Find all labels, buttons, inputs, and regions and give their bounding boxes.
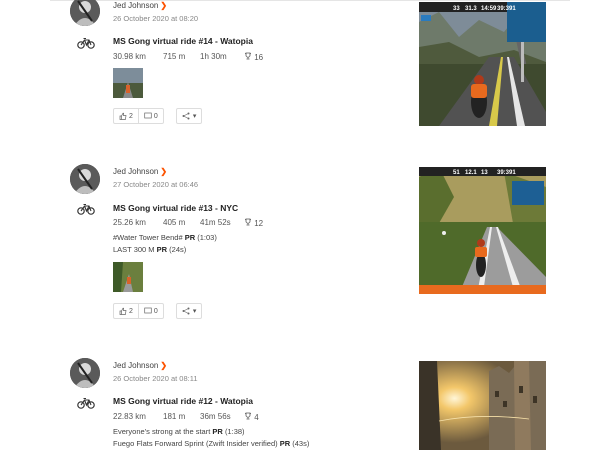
segment-achievement[interactable]: #Water Tower Bend# PR (1:03) xyxy=(113,233,217,242)
activity-date: 26 October 2020 at 08:20 xyxy=(113,14,199,23)
activity-photo-thumbnail[interactable] xyxy=(113,68,143,98)
activity-photo-thumbnail[interactable] xyxy=(113,262,143,292)
activity-photo[interactable]: 51 12.1 13 39:391 xyxy=(419,167,546,294)
activity-title[interactable]: MS Gong virtual ride #14 - Watopia xyxy=(113,36,253,46)
hud-time: 39:391 xyxy=(497,6,516,12)
comment-button[interactable]: 0 xyxy=(137,304,163,318)
hud-distance: 13 xyxy=(481,170,488,176)
activity-actions: 2 0 ▾ xyxy=(113,108,203,124)
chevron-down-icon: ▾ xyxy=(192,308,197,315)
hud-speed: 12.1 xyxy=(465,170,477,176)
stat-distance: 25.26 km xyxy=(113,218,146,227)
comment-button[interactable]: 0 xyxy=(137,109,163,123)
thumbs-up-icon xyxy=(119,112,127,120)
segment-achievement[interactable]: Everyone's strong at the start PR (1:38) xyxy=(113,427,245,436)
avatar[interactable] xyxy=(70,164,100,194)
activity-card: Jed Johnson ❯ 26 October 2020 at 08:11 MS… xyxy=(0,355,600,450)
hud-watts: 33 xyxy=(453,6,460,12)
share-icon xyxy=(182,307,190,315)
trophy-icon xyxy=(245,412,251,420)
hud-speed: 31.3 xyxy=(465,6,477,12)
activity-photo[interactable]: 33 31.3 14:59 39:391 xyxy=(419,2,546,126)
stat-achievements: 4 xyxy=(244,412,259,422)
athlete-name[interactable]: Jed Johnson ❯ xyxy=(113,167,167,176)
activity-card: Jed Johnson ❯ 27 October 2020 at 06:46 MS… xyxy=(0,160,600,330)
activity-card: Jed Johnson ❯ 26 October 2020 at 08:20 MS… xyxy=(0,0,600,140)
chevron-down-icon: ▾ xyxy=(192,113,197,120)
trophy-icon xyxy=(245,218,251,226)
avatar[interactable] xyxy=(70,0,100,26)
activity-title[interactable]: MS Gong virtual ride #12 - Watopia xyxy=(113,396,253,406)
share-button[interactable]: ▾ xyxy=(175,303,203,319)
stat-elevation: 181 m xyxy=(163,412,186,421)
segment-achievement[interactable]: LAST 300 M PR (24s) xyxy=(113,245,186,254)
stat-distance: 22.83 km xyxy=(113,412,146,421)
activity-title[interactable]: MS Gong virtual ride #13 - NYC xyxy=(113,203,238,213)
activity-date: 27 October 2020 at 06:46 xyxy=(113,180,199,189)
athlete-name[interactable]: Jed Johnson ❯ xyxy=(113,1,167,10)
bike-icon xyxy=(77,203,95,215)
athlete-name[interactable]: Jed Johnson ❯ xyxy=(113,361,167,370)
share-button[interactable]: ▾ xyxy=(175,108,203,124)
kudos-button[interactable]: 2 xyxy=(114,109,138,123)
stat-time: 36m 56s xyxy=(200,412,231,421)
stat-elevation: 715 m xyxy=(163,52,186,61)
activity-actions: 2 0 ▾ xyxy=(113,303,203,319)
hud-distance: 14:59 xyxy=(481,6,497,12)
comment-icon xyxy=(144,112,152,119)
kudos-button[interactable]: 2 xyxy=(114,304,138,318)
subscriber-chevron-icon: ❯ xyxy=(160,1,168,10)
segment-achievement[interactable]: Fuego Flats Forward Sprint (Zwift Inside… xyxy=(113,439,309,448)
thumbs-up-icon xyxy=(119,307,127,315)
share-icon xyxy=(182,112,190,120)
social-buttons: 2 0 xyxy=(113,108,164,124)
hud-watts: 51 xyxy=(453,170,460,176)
subscriber-chevron-icon: ❯ xyxy=(160,361,168,370)
stat-time: 1h 30m xyxy=(200,52,227,61)
activity-date: 26 October 2020 at 08:11 xyxy=(113,374,198,383)
stat-distance: 30.98 km xyxy=(113,52,146,61)
bike-icon xyxy=(77,397,95,409)
stat-elevation: 405 m xyxy=(163,218,186,227)
stat-time: 41m 52s xyxy=(200,218,231,227)
activity-stats: 25.26 km 405 m 41m 52s 12 xyxy=(113,218,263,228)
stat-achievements: 12 xyxy=(244,218,263,228)
activity-photo[interactable] xyxy=(419,361,546,450)
stat-achievements: 16 xyxy=(244,52,263,62)
avatar[interactable] xyxy=(70,358,100,388)
bike-icon xyxy=(77,37,95,49)
social-buttons: 2 0 xyxy=(113,303,164,319)
hud-time: 39:391 xyxy=(497,170,516,176)
activity-stats: 22.83 km 181 m 36m 56s 4 xyxy=(113,412,259,422)
comment-icon xyxy=(144,307,152,314)
trophy-icon xyxy=(245,52,251,60)
subscriber-chevron-icon: ❯ xyxy=(160,167,168,176)
activity-stats: 30.98 km 715 m 1h 30m 16 xyxy=(113,52,263,62)
